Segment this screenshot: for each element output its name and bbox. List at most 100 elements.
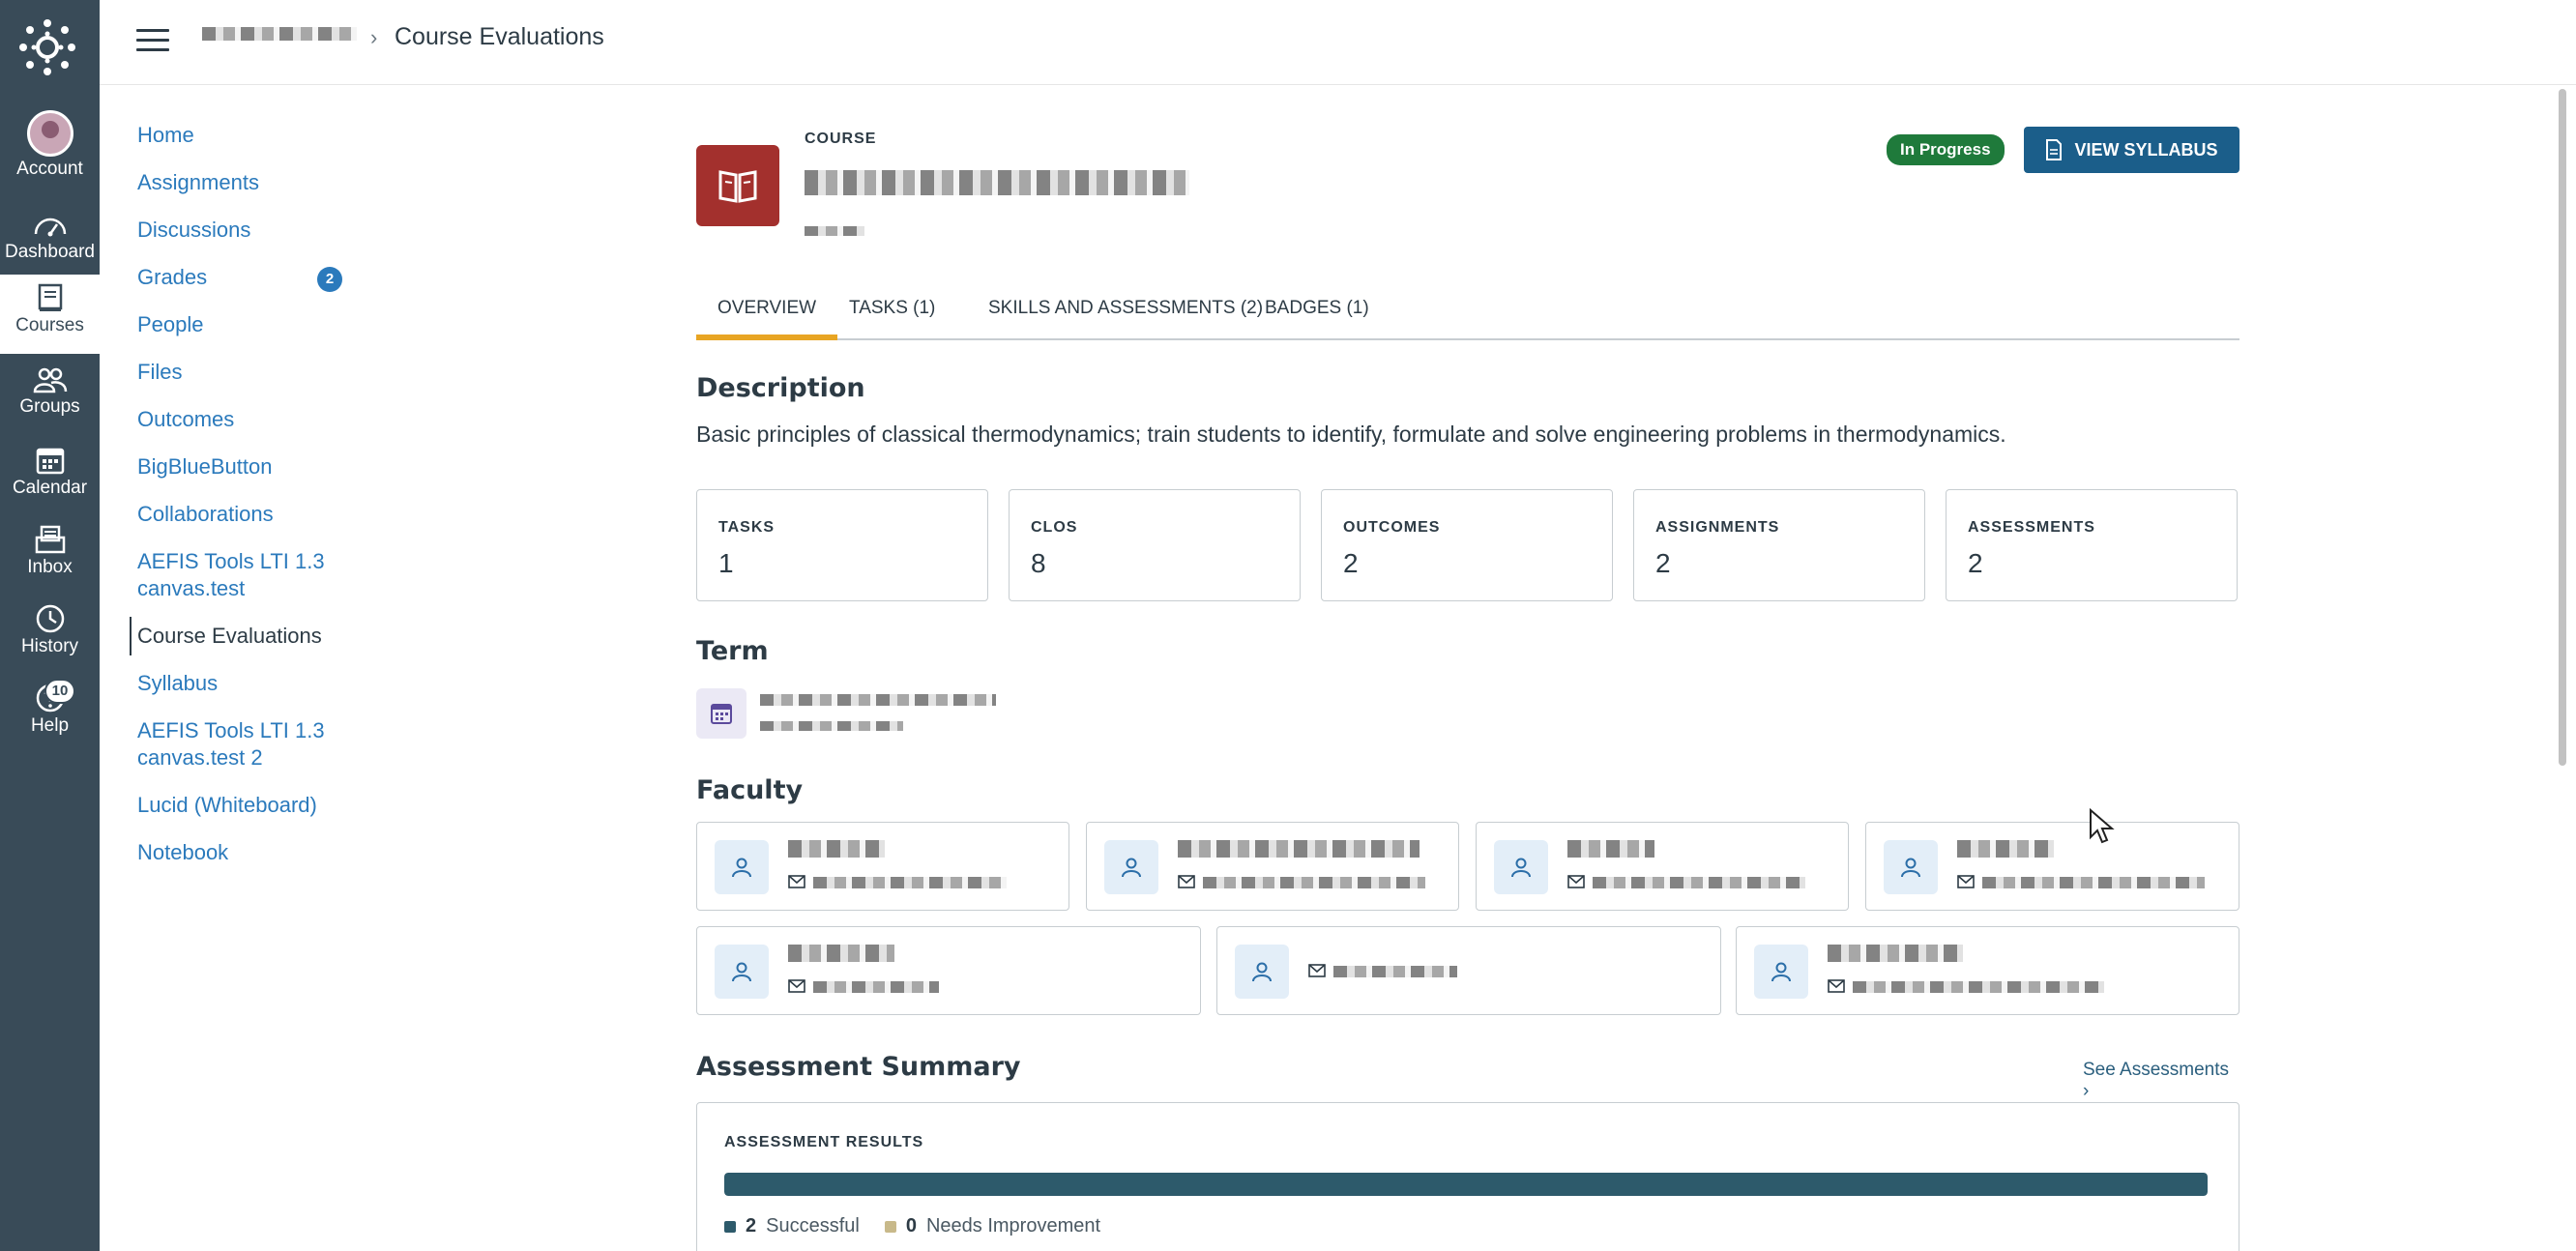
faculty-email-redacted (1982, 877, 2205, 888)
term-name-redacted (760, 694, 996, 706)
course-book-icon (696, 145, 779, 226)
see-assessments-link[interactable]: See Assessments › (2083, 1060, 2239, 1102)
stat-label: TASKS (718, 519, 776, 536)
gnav-history[interactable]: History (0, 596, 100, 675)
breadcrumb-course-redacted[interactable] (202, 27, 357, 41)
faculty-card[interactable] (1736, 926, 2239, 1015)
course-nav-syllabus[interactable]: Syllabus (137, 670, 369, 697)
faculty-name-redacted (788, 945, 894, 962)
needs-improvement-count: 0 (905, 1215, 917, 1236)
course-nav-course-evaluations[interactable]: Course Evaluations (130, 617, 369, 655)
faculty-card[interactable] (696, 926, 1201, 1015)
stat-card-assignments: ASSIGNMENTS 2 (1633, 489, 1925, 601)
faculty-name-redacted (1957, 840, 2054, 858)
course-eyebrow: COURSE (805, 131, 877, 147)
assessment-progress-successful (724, 1173, 2208, 1196)
global-nav: Account Dashboard Courses Groups Calenda… (0, 0, 100, 1251)
assessment-progress-bar (724, 1173, 2208, 1196)
gnav-calendar-label: Calendar (12, 478, 88, 498)
course-nav-aefis-tools-2[interactable]: AEFIS Tools LTI 1.3 canvas.test 2 (137, 717, 369, 771)
gnav-courses[interactable]: Courses (0, 275, 100, 354)
page-header: › Course Evaluations (100, 0, 2576, 85)
stat-label: ASSIGNMENTS (1655, 519, 1780, 536)
gnav-inbox[interactable]: Inbox (0, 516, 100, 596)
stat-value: 8 (1031, 548, 1046, 578)
view-syllabus-label: VIEW SYLLABUS (2074, 139, 2218, 160)
page-scrollbar[interactable] (2559, 89, 2566, 766)
course-nav-aefis-tools[interactable]: AEFIS Tools LTI 1.3 canvas.test (137, 548, 369, 602)
assessment-legend: 2 Successful 0 Needs Improvement (724, 1215, 1126, 1237)
gnav-help[interactable]: 10 Help (0, 675, 100, 754)
mouse-cursor-icon (2090, 808, 2115, 844)
course-nav-collaborations[interactable]: Collaborations (137, 501, 369, 528)
breadcrumb-current: Course Evaluations (395, 23, 604, 50)
tab-overview[interactable]: OVERVIEW (696, 288, 838, 340)
course-nav-lucid[interactable]: Lucid (Whiteboard) (137, 792, 369, 819)
faculty-card[interactable] (1476, 822, 1849, 911)
courses-icon (38, 283, 62, 311)
canvas-logo-icon[interactable] (17, 17, 77, 77)
course-nav-files[interactable]: Files (137, 359, 369, 386)
gnav-calendar[interactable]: Calendar (0, 437, 100, 516)
course-nav-notebook[interactable]: Notebook (137, 839, 369, 866)
description-heading: Description (696, 373, 865, 403)
assessment-summary-heading: Assessment Summary (696, 1052, 1021, 1082)
avatar (26, 110, 73, 157)
faculty-name-redacted (788, 840, 885, 858)
history-icon (36, 604, 64, 633)
gnav-account-label: Account (16, 159, 83, 179)
calendar-icon (696, 688, 746, 739)
person-icon (1754, 945, 1808, 999)
person-icon (1104, 840, 1158, 894)
course-nav-assignments[interactable]: Assignments (137, 169, 369, 196)
gnav-courses-label: Courses (15, 315, 84, 335)
successful-count: 2 (746, 1215, 757, 1236)
needs-improvement-label: Needs Improvement (925, 1215, 1101, 1236)
stat-label: OUTCOMES (1343, 519, 1441, 536)
tab-tasks[interactable]: TASKS (1) (828, 288, 956, 340)
stat-value: 2 (1655, 548, 1671, 578)
stat-value: 2 (1343, 548, 1359, 578)
course-nav-home[interactable]: Home (137, 122, 369, 149)
faculty-card[interactable] (1865, 822, 2239, 911)
calendar-icon (36, 448, 64, 475)
gnav-history-label: History (20, 636, 79, 656)
term-dates-redacted (760, 721, 903, 731)
person-icon (1235, 945, 1289, 999)
gnav-groups[interactable]: Groups (0, 358, 100, 437)
view-syllabus-button[interactable]: VIEW SYLLABUS (2024, 127, 2239, 173)
help-badge: 10 (44, 679, 75, 704)
tab-badges[interactable]: BADGES (1) (1244, 288, 1390, 340)
term-heading: Term (696, 636, 769, 666)
course-nav-outcomes[interactable]: Outcomes (137, 406, 369, 433)
stat-card-outcomes: OUTCOMES 2 (1321, 489, 1613, 601)
course-nav-bigbluebutton[interactable]: BigBlueButton (137, 453, 369, 480)
faculty-email-redacted (1853, 981, 2104, 993)
course-tabs: OVERVIEW TASKS (1) SKILLS AND ASSESSMENT… (696, 288, 2239, 340)
person-icon (1884, 840, 1938, 894)
faculty-card[interactable] (696, 822, 1069, 911)
course-nav-discussions[interactable]: Discussions (137, 217, 369, 244)
needs-improvement-swatch (884, 1220, 896, 1233)
groups-icon (33, 367, 67, 393)
gnav-dashboard[interactable]: Dashboard (0, 203, 100, 282)
stat-label: ASSESSMENTS (1968, 519, 2095, 536)
hamburger-menu-icon[interactable] (136, 29, 169, 52)
faculty-email-redacted (1203, 877, 1425, 888)
mail-icon (788, 979, 805, 993)
faculty-email-redacted (1593, 877, 1805, 888)
gnav-groups-label: Groups (19, 396, 80, 417)
breadcrumb-separator: › (370, 25, 378, 49)
assessment-results-card: ASSESSMENT RESULTS 2 Successful 0 Needs … (696, 1102, 2239, 1251)
course-nav-grades[interactable]: Grades 2 (137, 264, 369, 292)
faculty-card[interactable] (1086, 822, 1459, 911)
course-nav-people[interactable]: People (137, 311, 369, 338)
faculty-card[interactable] (1216, 926, 1721, 1015)
faculty-email-redacted (1333, 966, 1457, 977)
gnav-account[interactable]: Account (0, 101, 100, 180)
stat-value: 1 (718, 548, 734, 578)
faculty-name-redacted (1567, 840, 1654, 858)
faculty-email-redacted (813, 981, 939, 993)
gnav-help-label: Help (30, 715, 70, 736)
tab-skills-assessments[interactable]: SKILLS AND ASSESSMENTS (2) (967, 288, 1284, 340)
